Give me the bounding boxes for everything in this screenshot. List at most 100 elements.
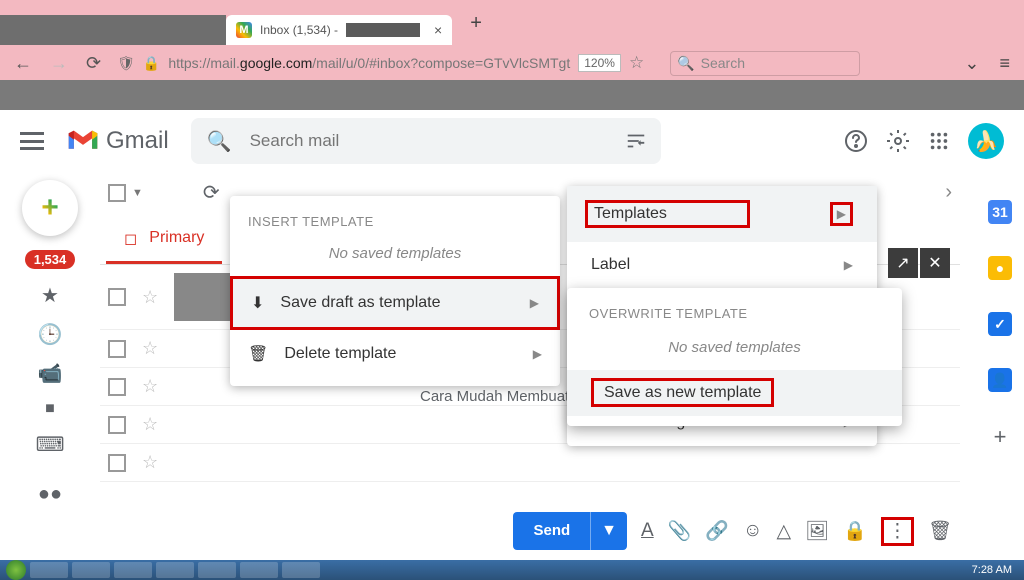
save-template-submenu: OVERWRITE TEMPLATE No saved templates Sa… [567,288,902,426]
photo-icon[interactable]: 🖼 [805,519,829,543]
insert-template-heading: INSERT TEMPLATE [230,196,560,237]
url-text[interactable]: https://mail.google.com/mail/u/0/#inbox?… [168,55,570,71]
templates-menu-item[interactable]: Templates ▶ [567,186,877,242]
select-dropdown-icon[interactable]: ▼ [132,187,143,199]
confidential-icon[interactable]: 🔒 [843,519,867,543]
more-options-icon[interactable]: ⋮ [881,517,914,546]
side-panel: 31 ● ✓ 👤 + [988,200,1012,450]
tab-primary[interactable]: ◻ Primary [106,217,222,264]
pocket-icon[interactable]: ⌄ [964,53,979,74]
star-icon[interactable]: ☆ [142,414,158,435]
label-text: Label [591,256,630,274]
send-button[interactable]: Send [513,512,590,550]
inbox-count-badge[interactable]: 1,534 [25,250,76,269]
meet-icon[interactable]: 📹 [38,361,63,386]
search-options-icon[interactable] [625,130,647,152]
taskbar-item[interactable] [198,562,236,578]
search-placeholder: Search [701,55,745,71]
app-menu-icon[interactable]: ≡ [999,53,1010,74]
start-button[interactable] [6,560,26,580]
main-menu-icon[interactable] [20,132,44,150]
gmail-header: Gmail 🔍 🍌 [0,110,1024,168]
contacts-addon-icon[interactable]: 👤 [988,368,1012,392]
calendar-addon-icon[interactable]: 31 [988,200,1012,224]
nav-back-icon[interactable]: ← [14,53,32,74]
mail-row[interactable]: ☆ [100,444,960,482]
browser-url-bar: ← → ⟳ 🛡 🔒 https://mail.google.com/mail/u… [0,46,1024,80]
browser-tab-active[interactable]: M Inbox (1,534) - × [226,15,452,45]
keep-addon-icon[interactable]: ● [988,256,1012,280]
support-icon[interactable] [844,129,868,153]
account-avatar[interactable]: 🍌 [968,123,1004,159]
emoji-icon[interactable]: ☺ [743,520,762,542]
get-addons-icon[interactable]: + [994,424,1007,450]
tab-title: Inbox (1,534) - [260,23,338,37]
gmail-favicon: M [236,22,252,38]
star-icon[interactable]: ☆ [142,338,158,359]
taskbar-item[interactable] [156,562,194,578]
system-clock[interactable]: 7:28 AM [972,564,1018,576]
bookmarks-toolbar [0,80,1024,110]
older-icon[interactable]: › [945,181,952,204]
row-checkbox[interactable] [108,340,126,358]
link-icon[interactable]: 🔗 [705,519,729,543]
taskbar-item[interactable] [114,562,152,578]
compose-close-icon[interactable]: ✕ [920,248,950,278]
gmail-sidebar: + 1,534 ★ 🕒 📹 ■ ⌨ ●● [0,168,100,560]
taskbar-item[interactable] [72,562,110,578]
submenu-arrow-icon: ▶ [830,202,853,226]
format-icon[interactable]: A [641,520,654,542]
apps-grid-icon[interactable] [928,130,950,152]
tasks-addon-icon[interactable]: ✓ [988,312,1012,336]
starred-icon[interactable]: ★ [41,283,59,308]
email-subject-fragment: Cara Mudah Membuat [420,388,569,405]
bookmark-star-icon[interactable]: ☆ [629,53,644,73]
taskbar-item[interactable] [282,562,320,578]
new-tab-button[interactable]: + [470,12,482,35]
star-icon[interactable]: ☆ [142,452,158,473]
star-icon[interactable]: ☆ [142,287,158,308]
refresh-icon[interactable]: ⟳ [203,180,220,205]
discard-draft-icon[interactable]: 🗑 [928,519,952,543]
save-as-new-template-item[interactable]: Save as new template [567,370,902,416]
nav-reload-icon[interactable]: ⟳ [86,53,101,74]
compose-button[interactable]: + [22,180,78,236]
more-icon[interactable]: ●● [38,483,62,506]
row-checkbox[interactable] [108,416,126,434]
taskbar-item[interactable] [240,562,278,578]
zoom-level[interactable]: 120% [578,54,621,72]
taskbar-item[interactable] [30,562,68,578]
star-icon[interactable]: ☆ [142,376,158,397]
nav-forward-icon[interactable]: → [50,53,68,74]
select-all-checkbox[interactable] [108,184,126,202]
no-templates-text: No saved templates [567,329,902,370]
compose-popout-icon[interactable]: ↗ [888,248,918,278]
send-options-dropdown[interactable]: ▼ [590,512,627,550]
settings-gear-icon[interactable] [886,129,910,153]
gmail-search-box[interactable]: 🔍 [191,118,661,164]
row-checkbox[interactable] [108,454,126,472]
gmail-brand-text: Gmail [106,127,169,155]
inbox-tab-icon: ◻ [124,229,137,249]
snoozed-icon[interactable]: 🕒 [38,322,63,347]
shield-icon[interactable]: 🛡 [117,55,135,72]
gmail-logo-icon [66,128,100,154]
drive-icon[interactable]: △ [776,520,791,543]
keyboard-icon[interactable]: ⌨ [36,432,65,457]
search-input[interactable] [250,131,645,151]
search-icon: 🔍 [677,55,694,72]
row-checkbox[interactable] [108,288,126,306]
tab-close-icon[interactable]: × [434,22,442,38]
save-draft-as-template-item[interactable]: ⬇ Save draft as template ▶ [230,276,560,330]
delete-template-item[interactable]: 🗑 Delete template ▶ [230,330,560,378]
submenu-arrow-icon: ▶ [533,347,542,361]
hangouts-icon[interactable]: ■ [45,400,55,418]
row-checkbox[interactable] [108,378,126,396]
tabbar-left-redacted [0,15,226,45]
attach-icon[interactable]: 📎 [668,519,692,543]
delete-template-label: Delete template [284,345,396,363]
compose-toolbar: Send ▼ A 📎 🔗 ☺ △ 🖼 🔒 ⋮ 🗑 [513,512,952,550]
browser-search-field[interactable]: 🔍 Search [670,51,860,76]
label-menu-item[interactable]: Label ▶ [567,242,877,288]
overwrite-template-heading: OVERWRITE TEMPLATE [567,288,902,329]
